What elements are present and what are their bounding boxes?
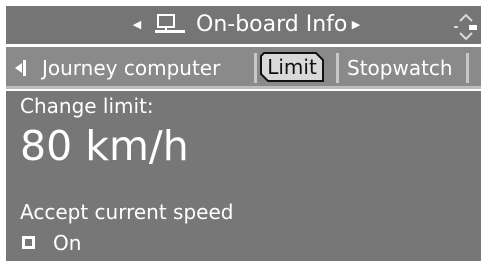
change-limit-label: Change limit: (20, 94, 154, 118)
back-arrow-icon[interactable] (13, 59, 29, 77)
computer-icon (152, 13, 188, 37)
tab-bar: Journey computer Limit Stopwatch (6, 47, 481, 89)
accept-current-speed-label: Accept current speed (20, 200, 234, 224)
accept-current-speed-option[interactable]: On (18, 229, 168, 257)
tab-stopwatch[interactable]: Stopwatch (347, 53, 453, 83)
arrow-right-small-icon[interactable]: ▶ (350, 17, 362, 33)
arrow-left-small-icon[interactable]: ◀ (131, 17, 143, 33)
onboard-info-screen: ◀ On-board Info ▶ Journey computer Limit… (0, 0, 487, 261)
limit-value: 80 km/h (20, 122, 189, 170)
tab-divider (466, 53, 469, 83)
limit-content: Change limit: 80 km/h Accept current spe… (6, 91, 481, 261)
tab-divider (336, 53, 339, 83)
tab-journey-computer[interactable]: Journey computer (42, 53, 220, 83)
header-bar: ◀ On-board Info ▶ (6, 6, 481, 44)
option-label-on: On (53, 231, 82, 255)
tab-limit[interactable]: Limit (260, 52, 324, 82)
up-down-selector-icon[interactable] (453, 13, 479, 41)
tab-divider (254, 53, 257, 83)
tabbar-bottom-line (6, 86, 481, 89)
page-title: On-board Info (196, 12, 348, 37)
checkbox-icon[interactable] (22, 236, 35, 249)
